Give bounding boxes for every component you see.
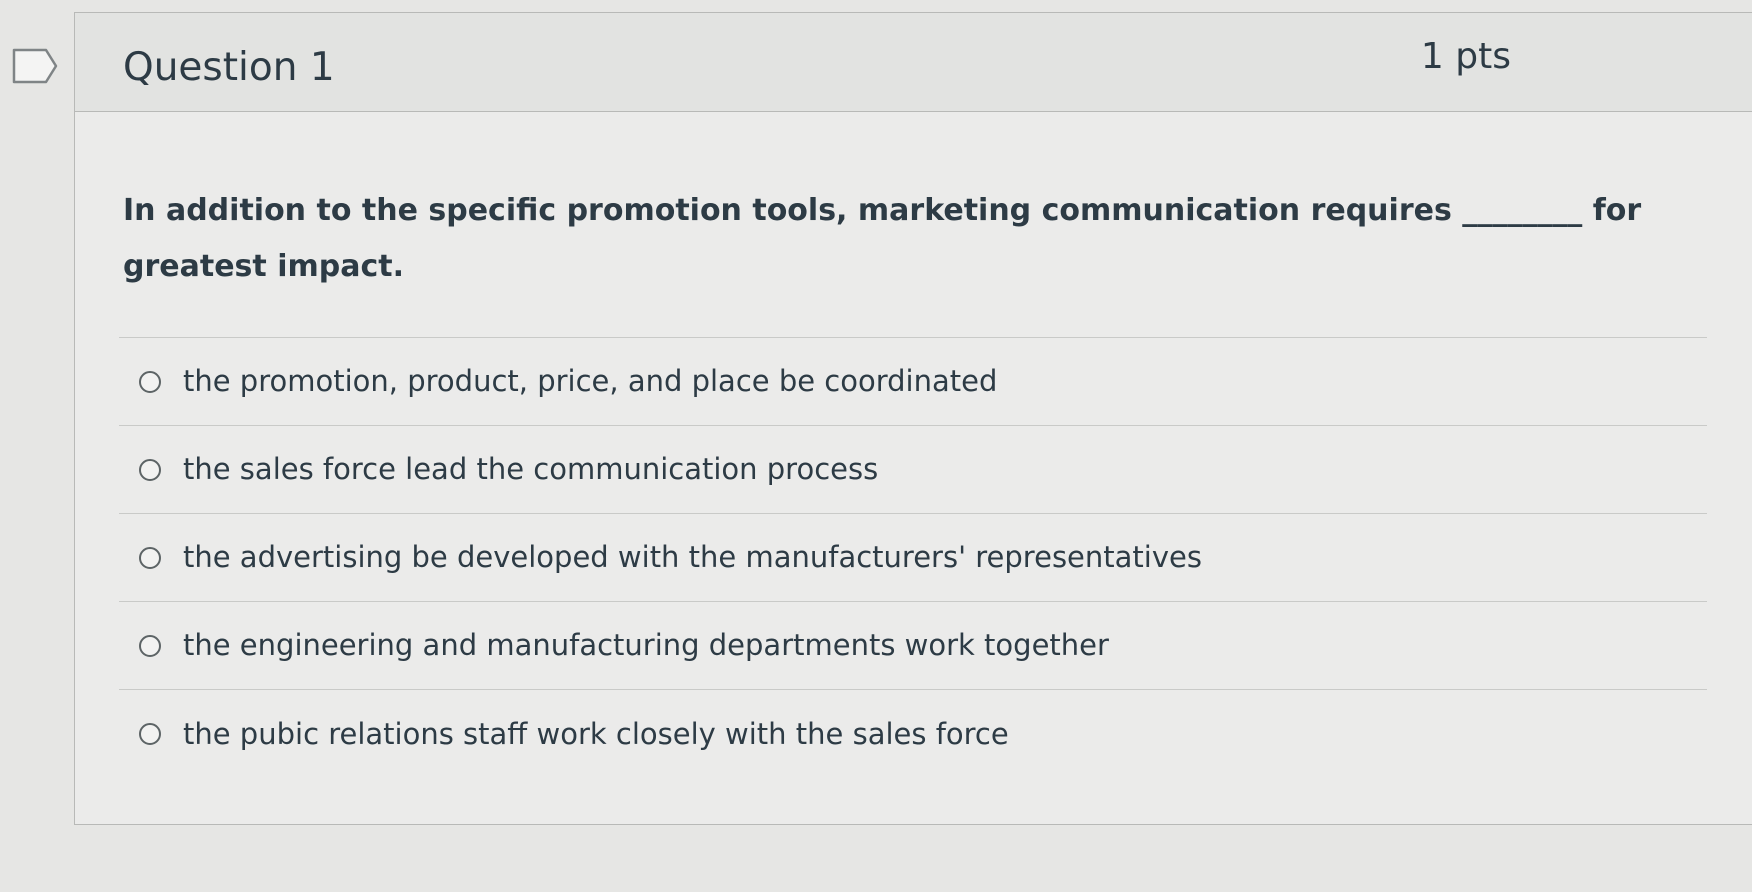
answer-option[interactable]: the pubic relations staff work closely w… [119,690,1707,778]
question-title: Question 1 [123,45,335,90]
question-card: Question 1 1 pts In addition to the spec… [74,12,1752,825]
answer-option[interactable]: the promotion, product, price, and place… [119,338,1707,426]
radio-unselected-icon[interactable] [139,546,161,569]
answer-list: the promotion, product, price, and place… [119,337,1707,778]
answer-label[interactable]: the sales force lead the communication p… [183,452,878,487]
radio-unselected-icon[interactable] [139,723,161,745]
bookmark-flag-icon[interactable] [12,48,58,84]
answer-label[interactable]: the engineering and manufacturing depart… [183,628,1109,663]
question-points: 1 pts [1420,36,1511,77]
question-header: Question 1 1 pts [75,13,1752,112]
answer-label[interactable]: the advertising be developed with the ma… [183,540,1202,575]
question-text: In addition to the specific promotion to… [123,193,1642,284]
answer-label[interactable]: the pubic relations staff work closely w… [183,717,1009,752]
answer-option[interactable]: the sales force lead the communication p… [119,426,1707,514]
radio-unselected-icon[interactable] [139,370,161,393]
radio-unselected-icon[interactable] [139,634,161,657]
answer-label[interactable]: the promotion, product, price, and place… [183,364,997,399]
radio-unselected-icon[interactable] [139,458,161,481]
answer-option[interactable]: the advertising be developed with the ma… [119,514,1707,602]
answer-option[interactable]: the engineering and manufacturing depart… [119,602,1707,690]
